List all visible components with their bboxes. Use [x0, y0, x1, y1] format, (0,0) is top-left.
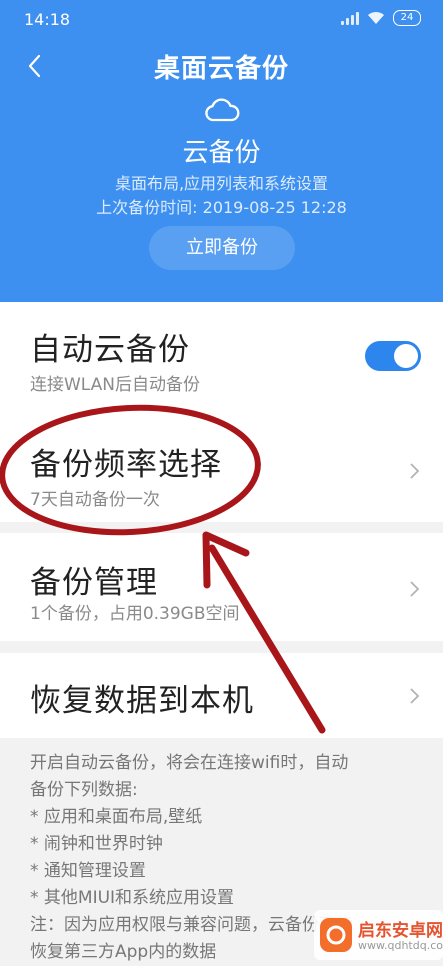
backup-frequency-subtitle: 7天自动备份一次: [30, 490, 160, 510]
chevron-right-icon: [410, 581, 420, 597]
header: 14:18 24 桌面云备份 云备份 桌面布局,应用列表和系统设置 上次备份时间…: [0, 0, 443, 302]
backup-management-subtitle: 1个备份，占用0.39GB空间: [30, 604, 240, 624]
chevron-right-icon: [410, 463, 420, 479]
note-line: * 应用和桌面布局,壁纸: [30, 807, 203, 827]
watermark-name: 启东安卓网: [358, 921, 443, 941]
status-time: 14:18: [24, 10, 71, 29]
auto-backup-toggle[interactable]: [365, 341, 421, 371]
watermark-logo-icon: [320, 918, 352, 952]
wifi-icon: [368, 11, 384, 24]
backup-settings-card: 自动云备份 连接WLAN后自动备份 备份频率选择 7天自动备份一次: [0, 302, 443, 522]
backup-frequency-row[interactable]: 备份频率选择 7天自动备份一次: [0, 407, 443, 522]
cloud-icon: [205, 98, 240, 122]
watermark: 启东安卓网 www.qdhtdq.com: [314, 910, 443, 960]
note-line: * 通知管理设置: [30, 861, 146, 881]
hero-description: 桌面布局,应用列表和系统设置: [114, 174, 329, 193]
note-line: * 其他MIUI和系统应用设置: [30, 888, 235, 908]
auto-cloud-backup-subtitle: 连接WLAN后自动备份: [30, 375, 201, 395]
note-line: 备份下列数据:: [30, 780, 138, 800]
hero-title: 云备份: [182, 138, 261, 168]
page-title: 桌面云备份: [153, 54, 289, 84]
signal-icon: [341, 11, 359, 25]
battery-icon: 24: [393, 10, 421, 26]
backup-management-title: 备份管理: [30, 565, 158, 601]
watermark-url: www.qdhtdq.com: [358, 939, 443, 952]
chevron-right-icon: [410, 688, 420, 704]
backup-management-row[interactable]: 备份管理 1个备份，占用0.39GB空间: [0, 533, 443, 641]
note-line: 开启自动云备份，将会在连接wifi时，自动: [30, 753, 349, 773]
backup-now-button[interactable]: 立即备份: [149, 226, 295, 270]
last-backup-time: 上次备份时间: 2019-08-25 12:28: [96, 198, 347, 217]
status-icons: 24: [341, 10, 421, 26]
status-bar: 14:18 24: [0, 0, 443, 40]
note-line: * 闹钟和世界时钟: [30, 834, 163, 854]
restore-data-title: 恢复数据到本机: [30, 683, 254, 719]
auto-cloud-backup-title: 自动云备份: [30, 332, 190, 368]
restore-data-row[interactable]: 恢复数据到本机: [0, 653, 443, 738]
toggle-knob: [394, 344, 418, 368]
backup-frequency-title: 备份频率选择: [30, 447, 222, 483]
